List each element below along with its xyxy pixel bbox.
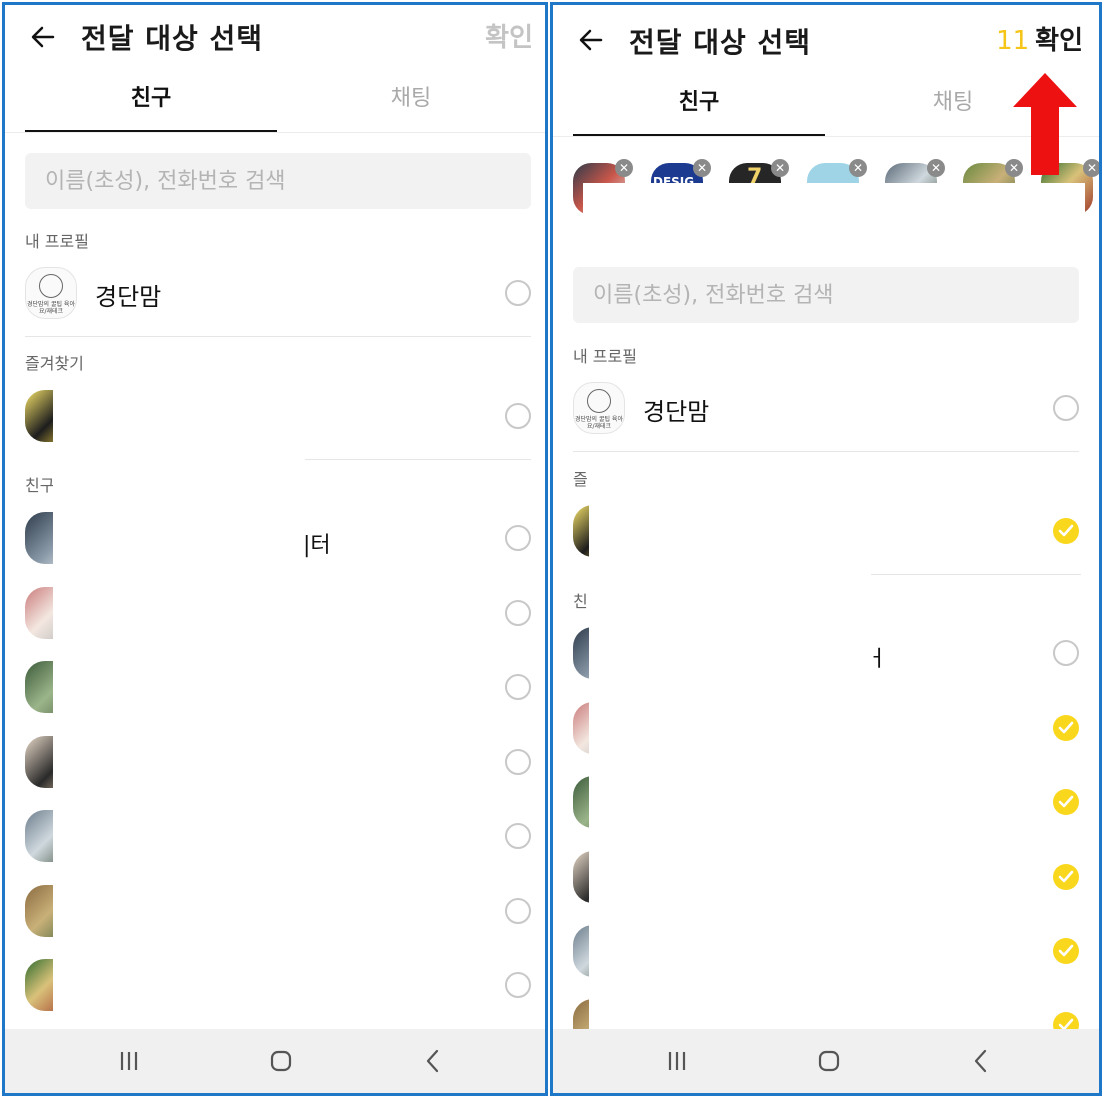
select-radio[interactable] bbox=[505, 403, 531, 429]
top-app-bar: 전달 대상 선택 확인 bbox=[5, 5, 545, 75]
logo-mark bbox=[587, 389, 611, 413]
chevron-left-icon[interactable] bbox=[419, 1047, 447, 1075]
check-icon bbox=[1058, 721, 1074, 734]
confirm-button[interactable]: 11 확인 bbox=[996, 20, 1083, 57]
close-icon[interactable]: ✕ bbox=[849, 159, 867, 177]
arrow-left-icon[interactable] bbox=[29, 23, 57, 51]
select-radio[interactable] bbox=[505, 898, 531, 924]
select-radio-checked[interactable] bbox=[1053, 518, 1079, 544]
confirm-button[interactable]: 확인 bbox=[485, 17, 533, 54]
tab-divider bbox=[5, 132, 545, 133]
select-radio[interactable] bbox=[505, 749, 531, 775]
row-divider bbox=[871, 574, 1081, 575]
section-friends: 친구 bbox=[25, 476, 55, 495]
select-radio[interactable] bbox=[1053, 395, 1079, 421]
section-my-profile: 내 프로필 bbox=[25, 232, 89, 251]
avatar: 경단맘의 꿀팁 육아요/재테크 bbox=[25, 267, 77, 319]
search-input[interactable] bbox=[573, 267, 1079, 323]
logo-text: 경단맘의 꿀팁 육아요/재테크 bbox=[575, 416, 623, 430]
close-icon[interactable]: ✕ bbox=[1083, 159, 1099, 177]
section-favorites: 즐 bbox=[573, 470, 588, 489]
check-icon bbox=[1058, 944, 1074, 957]
recent-apps-icon[interactable] bbox=[663, 1047, 691, 1075]
right-screen: 전달 대상 선택 11 확인 친구 채팅 ✕ DESIG ✕ 7 ✕ ✕ ✕ ✕ … bbox=[550, 2, 1102, 1096]
select-radio[interactable] bbox=[505, 280, 531, 306]
select-radio-checked[interactable] bbox=[1053, 715, 1079, 741]
list-item-my-profile[interactable]: 경단맘의 꿀팁 육아요/재테크 경단맘 bbox=[25, 263, 531, 323]
recent-apps-icon[interactable] bbox=[115, 1047, 143, 1075]
chevron-left-icon[interactable] bbox=[967, 1047, 995, 1075]
select-radio-checked[interactable] bbox=[1053, 938, 1079, 964]
row-divider bbox=[25, 336, 531, 337]
select-radio[interactable] bbox=[1053, 640, 1079, 666]
list-item-my-profile[interactable]: 경단맘의 꿀팁 육아요/재테크 경단맘 bbox=[573, 378, 1079, 438]
home-icon[interactable] bbox=[267, 1047, 295, 1075]
select-radio-checked[interactable] bbox=[1053, 864, 1079, 890]
privacy-mask bbox=[583, 183, 1085, 245]
section-friends: 친 bbox=[573, 592, 588, 611]
friend-name-fragment: |터 bbox=[303, 533, 331, 558]
profile-name: 경단맘 bbox=[643, 398, 710, 426]
select-radio-checked[interactable] bbox=[1053, 789, 1079, 815]
close-icon[interactable]: ✕ bbox=[615, 159, 633, 177]
logo-text: 경단맘의 꿀팁 육아요/재테크 bbox=[27, 301, 75, 315]
friend-name-fragment: ㅓ bbox=[867, 647, 888, 672]
selected-count: 11 bbox=[996, 26, 1030, 56]
select-radio[interactable] bbox=[505, 600, 531, 626]
select-radio[interactable] bbox=[505, 525, 531, 551]
search-input[interactable] bbox=[25, 153, 531, 209]
page-title: 전달 대상 선택 bbox=[81, 22, 264, 55]
annotation-arrow-up-icon bbox=[1013, 73, 1077, 175]
arrow-left-icon[interactable] bbox=[577, 26, 605, 54]
tab-chats[interactable]: 채팅 bbox=[285, 77, 537, 133]
check-icon bbox=[1058, 870, 1074, 883]
left-screen: 전달 대상 선택 확인 친구 채팅 내 프로필 경단맘의 꿀팁 육아요/재테크 … bbox=[2, 2, 548, 1096]
tab-bar: 친구 채팅 bbox=[573, 81, 1085, 137]
logo-mark bbox=[39, 274, 63, 298]
section-favorites: 즐겨찾기 bbox=[25, 354, 84, 373]
top-app-bar: 전달 대상 선택 11 확인 bbox=[553, 5, 1099, 75]
check-icon bbox=[1058, 795, 1074, 808]
avatar: 경단맘의 꿀팁 육아요/재테크 bbox=[573, 382, 625, 434]
page-title: 전달 대상 선택 bbox=[629, 26, 812, 59]
section-my-profile: 내 프로필 bbox=[573, 347, 637, 366]
row-divider bbox=[573, 451, 1079, 452]
check-icon bbox=[1058, 524, 1074, 537]
tab-friends[interactable]: 친구 bbox=[25, 77, 277, 133]
privacy-mask bbox=[589, 492, 871, 1032]
confirm-label: 확인 bbox=[1035, 26, 1083, 56]
tab-friends[interactable]: 친구 bbox=[573, 81, 825, 137]
close-icon[interactable]: ✕ bbox=[693, 159, 711, 177]
select-radio[interactable] bbox=[505, 972, 531, 998]
home-icon[interactable] bbox=[815, 1047, 843, 1075]
close-icon[interactable]: ✕ bbox=[927, 159, 945, 177]
select-radio[interactable] bbox=[505, 674, 531, 700]
system-nav-bar bbox=[553, 1029, 1099, 1093]
system-nav-bar bbox=[5, 1029, 545, 1093]
tab-bar: 친구 채팅 bbox=[25, 77, 531, 133]
select-radio[interactable] bbox=[505, 823, 531, 849]
row-divider bbox=[305, 459, 531, 460]
profile-name: 경단맘 bbox=[95, 283, 162, 311]
close-icon[interactable]: ✕ bbox=[771, 159, 789, 177]
privacy-mask bbox=[53, 377, 305, 1027]
